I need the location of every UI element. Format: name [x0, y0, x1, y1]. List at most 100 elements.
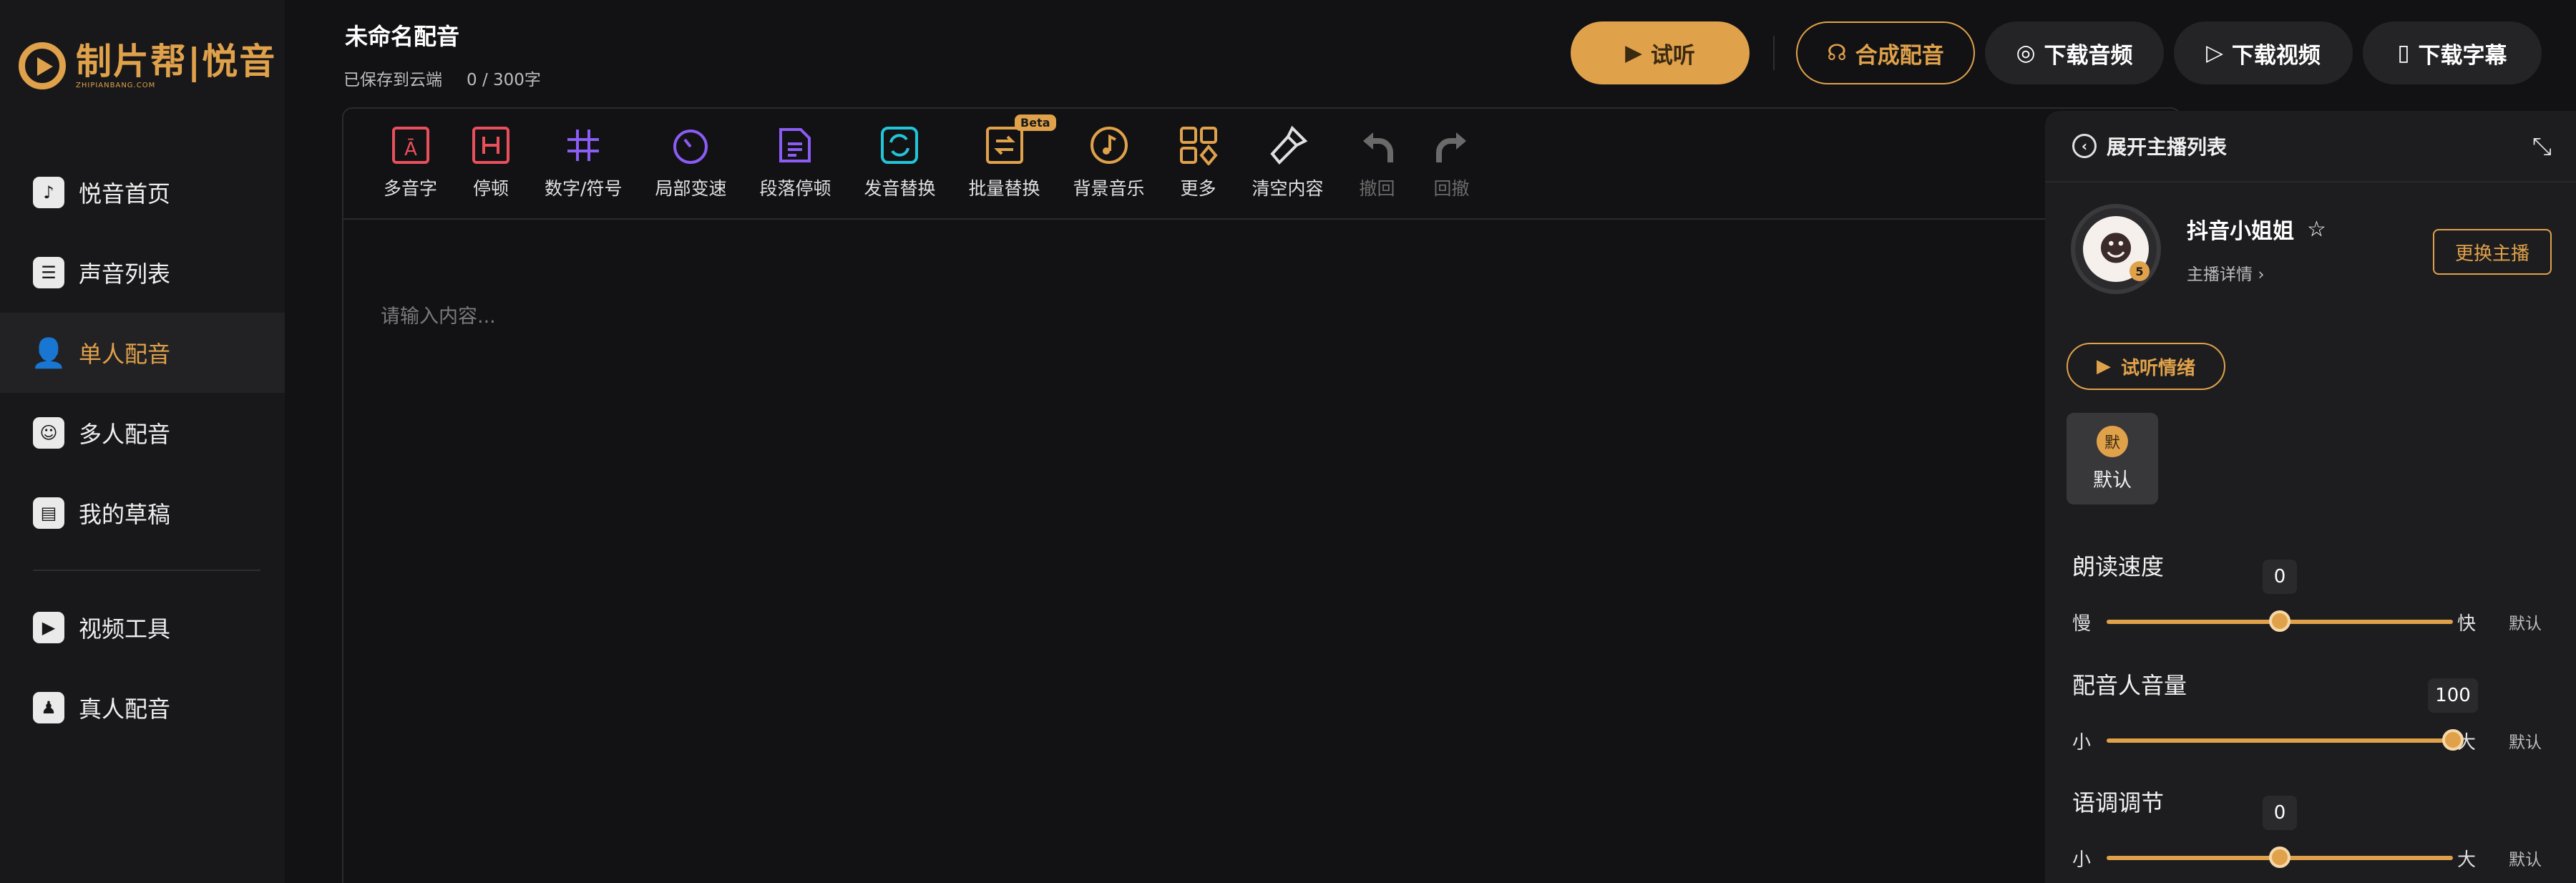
speed-slider[interactable]: 0: [2107, 560, 2453, 632]
chevron-right-icon: ›: [2258, 265, 2265, 284]
star-icon[interactable]: ☆: [2307, 217, 2326, 242]
pause-icon: [470, 125, 512, 166]
change-anchor-button[interactable]: 更换主播: [2433, 229, 2552, 275]
slider-min-label: 小: [2072, 731, 2092, 753]
sidebar-nav: ♪ 悦音首页 ☰ 声音列表 👤 单人配音 ☺ 多人配音 ▤ 我的草稿 ▶ 视频工…: [0, 152, 285, 748]
video-file-icon: ▷: [2206, 40, 2223, 66]
slider-min-label: 小: [2072, 849, 2092, 871]
app: 制片帮|悦音 ZHIPIANBANG.COM ♪ 悦音首页 ☰ 声音列表 👤 单…: [0, 0, 2576, 883]
preview-button[interactable]: ▶ 试听: [1571, 21, 1750, 84]
beta-badge: Beta: [1015, 114, 1056, 131]
text-input[interactable]: 请输入内容...: [381, 301, 496, 328]
editor-toolbar: Ā 多音字 停顿 数字/符号 局部变速 段落停顿 发音替换 Beta 批量替换 …: [343, 109, 2180, 220]
slider-value-tooltip: 100: [2428, 678, 2478, 713]
page-title[interactable]: 未命名配音: [345, 19, 459, 52]
download-video-button[interactable]: ▷ 下载视频: [2174, 21, 2353, 84]
audio-file-icon: ◎: [2016, 40, 2036, 66]
word-count: 0 / 300字: [467, 71, 541, 89]
svg-text:Ā: Ā: [404, 138, 417, 160]
sidebar-item-multi-dubbing[interactable]: ☺ 多人配音: [0, 393, 285, 473]
sidebar-item-human-dubbing[interactable]: ♟ 真人配音: [0, 668, 285, 748]
brand-logo[interactable]: 制片帮|悦音 ZHIPIANBANG.COM: [19, 42, 276, 89]
sidebar-item-label: 声音列表: [79, 260, 171, 288]
draft-icon: ▤: [33, 497, 64, 529]
synthesize-button[interactable]: ☊ 合成配音: [1796, 21, 1975, 84]
mood-option-default[interactable]: 默 默认: [2067, 413, 2158, 504]
anchor-name: 抖音小姐姐: [2187, 219, 2294, 244]
tool-more[interactable]: 更多: [1178, 109, 1219, 200]
anchor-card: ☻ 5 抖音小姐姐 ☆ 主播详情 ›: [2071, 204, 2326, 294]
sidebar-item-label: 悦音首页: [79, 180, 171, 208]
tool-label: 局部变速: [655, 178, 727, 199]
slider-thumb[interactable]: [2269, 610, 2290, 632]
level-badge: 5: [2129, 261, 2150, 281]
tool-label: 背景音乐: [1073, 178, 1145, 199]
sidebar-item-single-dubbing[interactable]: 👤 单人配音: [0, 313, 285, 393]
pitch-slider[interactable]: 0: [2107, 796, 2453, 868]
slider-max-label: 大: [2457, 849, 2477, 871]
anchor-detail-link[interactable]: 主播详情 ›: [2187, 260, 2326, 285]
brand-sub: ZHIPIANBANG.COM: [76, 82, 156, 89]
sidebar-item-voice-list[interactable]: ☰ 声音列表: [0, 233, 285, 313]
sidebar-item-video-tools[interactable]: ▶ 视频工具: [0, 587, 285, 668]
tool-number-symbol[interactable]: 数字/符号: [545, 109, 622, 200]
slider-value-tooltip: 0: [2263, 796, 2297, 830]
tool-polyphone[interactable]: Ā 多音字: [384, 109, 437, 200]
tool-batch-replace[interactable]: Beta 批量替换: [968, 109, 1056, 200]
anchor-detail-label: 主播详情: [2187, 265, 2253, 284]
paragraph-pause-icon: [774, 125, 816, 166]
tool-undo[interactable]: 撤回: [1357, 109, 1398, 200]
synthesize-label: 合成配音: [1855, 42, 1944, 69]
tool-pronounce-replace[interactable]: 发音替换: [864, 109, 936, 200]
chevron-left-icon: ‹: [2072, 134, 2097, 158]
tool-pause[interactable]: 停顿: [470, 109, 512, 200]
sidebar-item-label: 真人配音: [79, 696, 171, 723]
sidebar: 制片帮|悦音 ZHIPIANBANG.COM ♪ 悦音首页 ☰ 声音列表 👤 单…: [0, 0, 285, 883]
tool-label: 发音替换: [864, 178, 936, 199]
expand-anchor-label: 展开主播列表: [2107, 135, 2228, 159]
sidebar-item-drafts[interactable]: ▤ 我的草稿: [0, 473, 285, 553]
sidebar-divider: [33, 570, 260, 571]
headphones-icon: ☊: [1827, 40, 1847, 66]
slider-default-button[interactable]: 默认: [2509, 846, 2542, 870]
tool-paragraph-pause[interactable]: 段落停顿: [759, 109, 831, 200]
emotion-label: 试听情绪: [2120, 357, 2195, 379]
sidebar-item-label: 视频工具: [79, 615, 171, 643]
cloud-save-status: 已保存到云端: [343, 71, 442, 89]
tool-label: 清空内容: [1252, 178, 1324, 199]
broom-icon: [1267, 125, 1309, 166]
subtitle-file-icon: ▯: [2397, 40, 2410, 66]
play-icon: ▶: [1625, 40, 1642, 66]
sidebar-item-home[interactable]: ♪ 悦音首页: [0, 152, 285, 233]
tool-clear[interactable]: 清空内容: [1252, 109, 1324, 200]
download-audio-button[interactable]: ◎ 下载音频: [1985, 21, 2164, 84]
more-grid-icon: [1178, 125, 1219, 166]
tool-label: 批量替换: [968, 178, 1040, 199]
video-camera-icon: ▶: [33, 612, 64, 643]
tool-background-music[interactable]: 背景音乐: [1073, 109, 1145, 200]
play-icon: ▶: [2096, 356, 2111, 377]
download-video-label: 下载视频: [2231, 42, 2321, 69]
slider-min-label: 慢: [2072, 613, 2092, 635]
tool-local-speed[interactable]: 局部变速: [655, 109, 726, 200]
preview-emotion-button[interactable]: ▶ 试听情绪: [2067, 343, 2225, 390]
slider-thumb[interactable]: [2269, 847, 2290, 868]
users-icon: ☺: [33, 417, 64, 449]
tool-redo[interactable]: 回撤: [1431, 109, 1473, 200]
volume-slider[interactable]: 100: [2107, 678, 2478, 751]
expand-anchor-list[interactable]: ‹ 展开主播列表: [2045, 111, 2576, 182]
sidebar-item-label: 单人配音: [79, 341, 171, 368]
slider-default-button[interactable]: 默认: [2509, 610, 2542, 634]
download-subtitle-button[interactable]: ▯ 下载字幕: [2363, 21, 2542, 84]
download-audio-label: 下载音频: [2044, 42, 2133, 69]
avatar[interactable]: ☻ 5: [2071, 204, 2161, 294]
preview-label: 试听: [1650, 42, 1695, 69]
slider-default-button[interactable]: 默认: [2509, 728, 2542, 753]
slider-thumb[interactable]: [2442, 729, 2464, 751]
play-logo-icon: [19, 42, 66, 89]
sidebar-item-label: 我的草稿: [79, 501, 171, 528]
collapse-icon[interactable]: ⤡: [2532, 132, 2552, 161]
tool-label: 回撤: [1433, 178, 1470, 199]
header-divider: [1773, 36, 1775, 70]
list-icon: ☰: [33, 257, 64, 288]
